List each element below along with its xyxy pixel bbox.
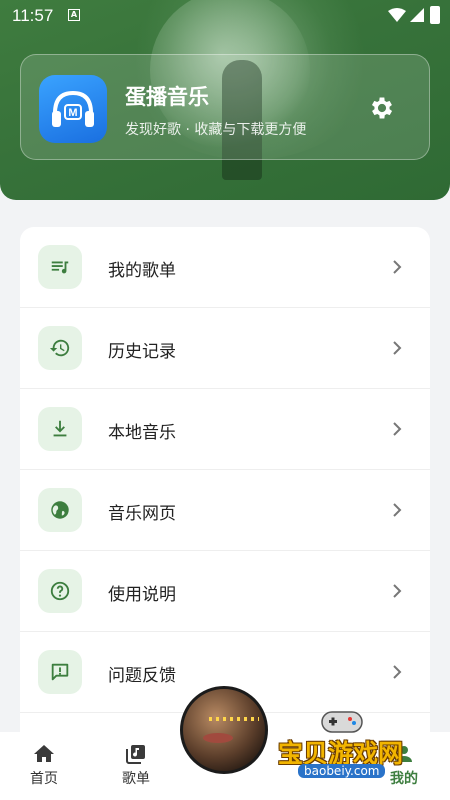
app-tagline: 发现好歌 · 收藏与下载更方便 <box>125 122 307 138</box>
app-info-card: M 蛋播音乐 发现好歌 · 收藏与下载更方便 <box>20 54 430 160</box>
gamepad-icon <box>321 711 363 733</box>
nav-label: 歌单 <box>122 771 150 787</box>
logo-letter: M <box>68 107 77 119</box>
headphones-logo-icon: M <box>52 90 94 127</box>
history-icon <box>49 339 70 357</box>
menu-icon-bg <box>38 650 82 694</box>
menu-item-history[interactable]: 历史记录 <box>20 308 430 389</box>
notification-icon: A <box>68 9 80 21</box>
menu-item-label: 使用说明 <box>108 585 176 605</box>
menu-icon-bg <box>38 407 82 451</box>
nav-item-home[interactable]: 首页 <box>14 742 74 788</box>
chevron-right-icon <box>393 503 402 517</box>
menu-item-local-music[interactable]: 本地音乐 <box>20 389 430 470</box>
settings-button[interactable] <box>367 93 397 123</box>
download-icon <box>53 420 67 437</box>
nav-item-songlist[interactable]: 歌单 <box>106 742 166 788</box>
menu-item-label: 音乐网页 <box>108 504 176 524</box>
help-icon <box>50 581 70 601</box>
wifi-icon <box>388 8 406 22</box>
menu-icon-bg <box>38 488 82 532</box>
album-art-detail <box>203 733 233 743</box>
songlist-icon <box>126 745 145 764</box>
menu-list: 我的歌单 历史记录 本地音乐 音乐网页 使用说明 问题反馈 <box>20 227 430 747</box>
menu-icon-bg <box>38 326 82 370</box>
menu-item-label: 问题反馈 <box>108 666 176 686</box>
menu-item-label: 历史记录 <box>108 342 176 362</box>
album-art-detail <box>209 717 259 721</box>
watermark: 宝贝游戏网 baobeiy.com <box>272 706 422 786</box>
menu-icon-bg <box>38 569 82 613</box>
globe-icon <box>51 501 69 519</box>
chevron-right-icon <box>393 341 402 355</box>
chevron-right-icon <box>393 422 402 436</box>
menu-item-instructions[interactable]: 使用说明 <box>20 551 430 632</box>
menu-item-my-playlists[interactable]: 我的歌单 <box>20 227 430 308</box>
app-logo: M <box>39 75 107 143</box>
menu-item-music-web[interactable]: 音乐网页 <box>20 470 430 551</box>
status-bar: 11:57 A <box>0 0 450 34</box>
status-time: 11:57 <box>12 6 54 25</box>
signal-icon <box>410 8 424 22</box>
chevron-right-icon <box>393 260 402 274</box>
menu-item-label: 我的歌单 <box>108 261 176 281</box>
chevron-right-icon <box>393 665 402 679</box>
playlist-icon <box>51 261 69 274</box>
nav-label: 首页 <box>30 771 58 787</box>
home-icon <box>34 745 54 762</box>
gear-icon <box>371 97 393 119</box>
battery-icon <box>430 6 440 24</box>
chevron-right-icon <box>393 584 402 598</box>
watermark-url: baobeiy.com <box>298 764 386 778</box>
menu-icon-bg <box>38 245 82 289</box>
menu-item-label: 本地音乐 <box>108 423 176 443</box>
feedback-icon <box>51 663 69 681</box>
now-playing-disc[interactable] <box>180 686 268 774</box>
app-title: 蛋播音乐 <box>125 85 209 109</box>
